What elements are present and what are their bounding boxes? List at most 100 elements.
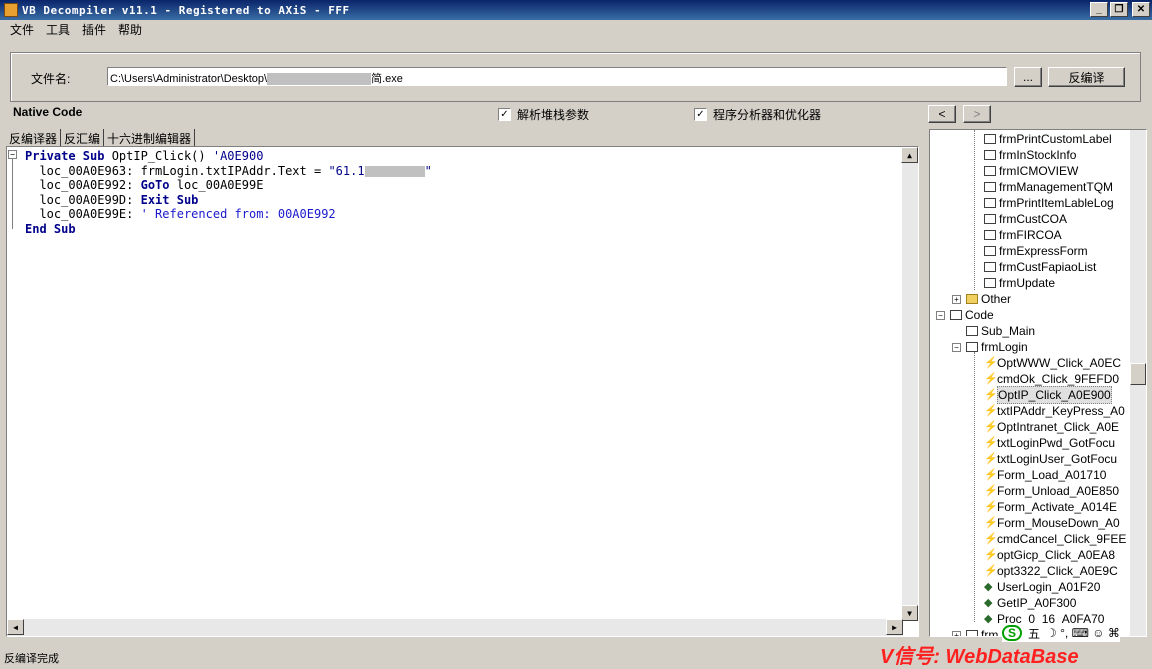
- tree-item-sub-main[interactable]: Sub_Main: [966, 323, 1035, 339]
- code-editor[interactable]: − Private Sub OptIP_Click() 'A0E900 loc_…: [6, 146, 919, 637]
- menu-file[interactable]: 文件: [4, 21, 40, 38]
- tree-item-proc[interactable]: ⚡ optGicp_Click_A0EA8: [984, 547, 1115, 563]
- editor-vertical-scrollbar[interactable]: ▲ ▼: [901, 147, 918, 621]
- menu-plugins[interactable]: 插件: [76, 21, 112, 38]
- tab-disassembler[interactable]: 反汇编: [61, 129, 105, 147]
- event-icon: ⚡: [984, 469, 998, 481]
- form-icon: [984, 198, 996, 208]
- fold-line: [12, 159, 13, 229]
- tree-item[interactable]: frmFIRCOA: [984, 227, 1062, 243]
- tree-item-proc[interactable]: ⚡ OptWWW_Click_A0EC: [984, 355, 1121, 371]
- form-icon: [984, 134, 996, 144]
- watermark: V信号: WebDataBase: [880, 646, 1079, 668]
- view-tabs: 反编译器 反汇编 十六进制编辑器: [6, 129, 196, 147]
- browse-button[interactable]: ...: [1014, 67, 1042, 87]
- procedure-icon: ◆: [984, 613, 993, 625]
- form-icon: [966, 342, 978, 352]
- scroll-left-icon[interactable]: ◀: [7, 619, 24, 635]
- scroll-up-icon[interactable]: ▲: [901, 147, 918, 163]
- event-icon: ⚡: [984, 357, 998, 369]
- tree-item-proc[interactable]: ⚡ txtIPAddr_KeyPress_A0: [984, 403, 1125, 419]
- tree-item-global[interactable]: ◆ GetIP_A0F300: [984, 595, 1076, 611]
- form-icon: [966, 630, 978, 636]
- next-button[interactable]: >: [963, 105, 991, 123]
- tree-item[interactable]: frmCustCOA: [984, 211, 1067, 227]
- checkbox-mark: ✓: [498, 108, 511, 121]
- fold-toggle[interactable]: −: [8, 150, 17, 159]
- event-icon: ⚡: [984, 405, 998, 417]
- decompile-button[interactable]: 反编译: [1048, 67, 1125, 87]
- native-code-label: Native Code: [13, 105, 83, 119]
- procedure-icon: ◆: [984, 581, 993, 593]
- tree-item-proc[interactable]: ⚡ Form_Load_A01710: [984, 467, 1106, 483]
- ime-mode[interactable]: 五: [1028, 625, 1040, 642]
- tab-hex-editor[interactable]: 十六进制编辑器: [104, 129, 196, 147]
- tree-item-proc-selected[interactable]: ⚡ OptIP_Click_A0E900: [984, 386, 1112, 404]
- ime-icons[interactable]: ☽ °, ⌨ ☺ ⌘: [1046, 626, 1120, 640]
- expand-icon[interactable]: +: [952, 295, 961, 304]
- close-button[interactable]: ✕: [1132, 2, 1150, 17]
- form-icon: [984, 230, 996, 240]
- form-icon: [984, 214, 996, 224]
- tree-item[interactable]: frmExpressForm: [984, 243, 1088, 259]
- tree-item-proc[interactable]: ⚡ cmdCancel_Click_9FEE: [984, 531, 1126, 547]
- menu-help[interactable]: 帮助: [112, 21, 148, 38]
- menu-tools[interactable]: 工具: [40, 21, 76, 38]
- tree-item-proc[interactable]: ⚡ Form_Activate_A014E: [984, 499, 1117, 515]
- scroll-right-icon[interactable]: ▶: [886, 619, 903, 635]
- expand-icon[interactable]: +: [952, 631, 961, 636]
- tree-scroll-thumb[interactable]: [1130, 363, 1146, 385]
- module-icon: [966, 326, 978, 336]
- tree-item-global[interactable]: ◆ UserLogin_A01F20: [984, 579, 1100, 595]
- prev-button[interactable]: <: [928, 105, 956, 123]
- analyzer-label: 程序分析器和优化器: [713, 108, 822, 122]
- tree-item-proc[interactable]: ⚡ txtLoginPwd_GotFocu: [984, 435, 1115, 451]
- tree-item-proc[interactable]: ⚡ Form_MouseDown_A0: [984, 515, 1120, 531]
- tree-item[interactable]: frmManagementTQM: [984, 179, 1113, 195]
- procedure-icon: ◆: [984, 597, 993, 609]
- tree-item-other[interactable]: Other: [966, 291, 1011, 307]
- tab-decompiler[interactable]: 反编译器: [6, 129, 62, 147]
- parse-stack-checkbox[interactable]: ✓ 解析堆栈参数: [498, 106, 589, 123]
- tree-item-code[interactable]: Code: [950, 307, 994, 323]
- tree-item[interactable]: frmICMOVIEW: [984, 163, 1078, 179]
- file-path-suffix: 简.exe: [371, 73, 403, 85]
- title-bar: VB Decompiler v11.1 - Registered to AXiS…: [0, 0, 1152, 20]
- scroll-down-icon[interactable]: ▼: [901, 605, 918, 621]
- menu-bar: 文件 工具 插件 帮助: [0, 20, 1152, 38]
- event-icon: ⚡: [984, 437, 998, 449]
- tree-item-proc[interactable]: ⚡ Form_Unload_A0E850: [984, 483, 1119, 499]
- tree-item-proc[interactable]: ⚡ cmdOk_Click_9FEFD0: [984, 371, 1119, 387]
- tree-item-frm[interactable]: frm: [966, 627, 998, 636]
- event-icon: ⚡: [984, 485, 998, 497]
- tree-item[interactable]: frmInStockInfo: [984, 147, 1076, 163]
- tree-item[interactable]: frmUpdate: [984, 275, 1055, 291]
- code-icon: [950, 310, 962, 320]
- minimize-button[interactable]: _: [1090, 2, 1108, 17]
- file-path-input[interactable]: C:\Users\Administrator\Desktop\ 简.exe: [107, 67, 1007, 86]
- tree-item-frmlogin[interactable]: frmLogin: [966, 339, 1028, 355]
- collapse-icon[interactable]: −: [936, 311, 945, 320]
- form-icon: [984, 166, 996, 176]
- tree-item-proc[interactable]: ⚡ txtLoginUser_GotFocu: [984, 451, 1117, 467]
- editor-horizontal-scrollbar[interactable]: ◀ ▶: [7, 619, 903, 636]
- code-line: Private Sub OptIP_Click() 'A0E900: [25, 149, 264, 163]
- tree-vertical-scrollbar[interactable]: [1130, 130, 1146, 636]
- analyzer-checkbox[interactable]: ✓ 程序分析器和优化器: [694, 106, 821, 123]
- code-line: loc_00A0E963: frmLogin.txtIPAddr.Text = …: [25, 163, 432, 178]
- tree-item-proc[interactable]: ⚡ OptIntranet_Click_A0E: [984, 419, 1119, 435]
- event-icon: ⚡: [984, 373, 998, 385]
- form-icon: [984, 278, 996, 288]
- tree-item-proc[interactable]: ⚡ opt3322_Click_A0E9C: [984, 563, 1118, 579]
- event-icon: ⚡: [984, 421, 998, 433]
- form-icon: [984, 182, 996, 192]
- parse-stack-label: 解析堆栈参数: [517, 108, 590, 122]
- tree-item[interactable]: frmCustFapiaoList: [984, 259, 1096, 275]
- collapse-icon[interactable]: −: [952, 343, 961, 352]
- tree-item[interactable]: frmPrintItemLableLog: [984, 195, 1114, 211]
- code-block: Private Sub OptIP_Click() 'A0E900 loc_00…: [25, 149, 432, 237]
- tree-item[interactable]: frmPrintCustomLabel: [984, 131, 1112, 147]
- project-tree[interactable]: frmPrintCustomLabel frmInStockInfo frmIC…: [929, 129, 1147, 637]
- event-icon: ⚡: [984, 565, 998, 577]
- maximize-button[interactable]: ❐: [1110, 2, 1128, 17]
